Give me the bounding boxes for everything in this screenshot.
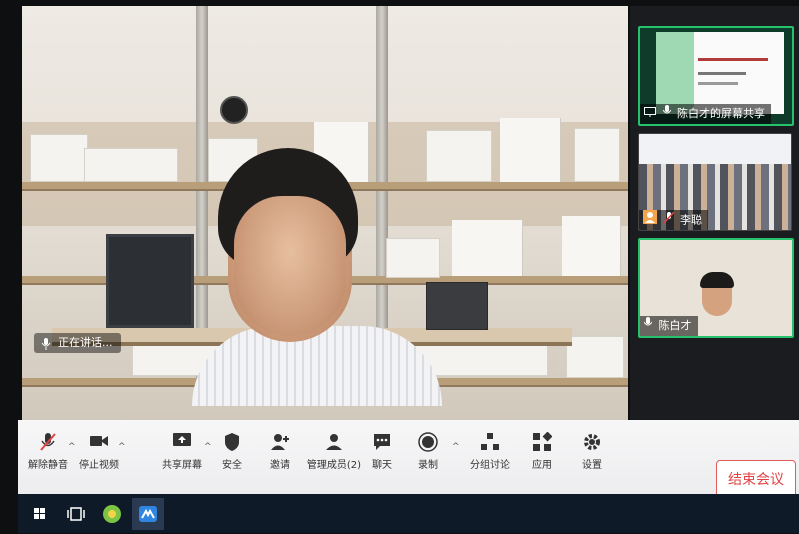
meeting-app-icon bbox=[132, 506, 164, 534]
app-icon-green-circle bbox=[96, 505, 128, 534]
screen-share-icon bbox=[644, 104, 656, 124]
apps-icon bbox=[524, 431, 560, 452]
share-screen-label: 共享屏幕 bbox=[162, 460, 202, 471]
tablet bbox=[426, 282, 488, 330]
os-taskbar bbox=[18, 494, 799, 533]
record-options-caret[interactable]: ^ bbox=[452, 442, 460, 452]
speaker-label: 正在讲话... bbox=[34, 333, 121, 353]
apps-button[interactable]: 应用 bbox=[524, 431, 560, 471]
share-options-caret[interactable]: ^ bbox=[204, 442, 212, 452]
shield-icon bbox=[214, 432, 250, 452]
books bbox=[500, 118, 561, 182]
unmute-label: 解除静音 bbox=[28, 460, 68, 471]
manage-members-label: 管理成员(2) bbox=[306, 460, 362, 471]
slide-accent bbox=[656, 32, 694, 114]
participant-name-label: 李聪 bbox=[639, 210, 708, 230]
microphone-icon bbox=[662, 104, 671, 124]
meeting-toolbar: 解除静音 ^ 停止视频 ^ 共享屏幕 ^ 安全 邀请 管理成员(2) 聊天 录制… bbox=[18, 420, 799, 500]
room-ceiling bbox=[639, 134, 791, 164]
slide-text bbox=[698, 82, 738, 85]
video-camera-icon bbox=[76, 432, 122, 452]
participant-tile[interactable]: 李聪 bbox=[638, 133, 792, 231]
record-icon bbox=[410, 432, 446, 452]
chat-button[interactable]: 聊天 bbox=[364, 432, 400, 471]
participant-name: 陈白才的屏幕共享 bbox=[677, 107, 765, 120]
manage-members-button[interactable]: 管理成员(2) bbox=[304, 432, 364, 471]
taskbar-app-green[interactable] bbox=[96, 498, 128, 530]
settings-button[interactable]: 设置 bbox=[574, 432, 610, 471]
shelf-box bbox=[84, 148, 178, 182]
task-view-button[interactable] bbox=[60, 498, 92, 530]
shelf-box bbox=[574, 128, 620, 182]
video-options-caret[interactable]: ^ bbox=[118, 442, 126, 452]
microphone-icon bbox=[643, 316, 653, 336]
settings-label: 设置 bbox=[582, 460, 602, 471]
participant-hair bbox=[700, 272, 734, 288]
shared-slide bbox=[656, 32, 784, 114]
share-screen-icon bbox=[160, 432, 204, 452]
shelf-box bbox=[386, 238, 440, 278]
windows-start-button[interactable] bbox=[24, 498, 56, 530]
speaker-hint: 正在讲话... bbox=[58, 336, 113, 349]
chat-label: 聊天 bbox=[372, 460, 392, 471]
participant-name: 陈白才 bbox=[658, 319, 692, 332]
unmute-options-caret[interactable]: ^ bbox=[68, 442, 76, 452]
speaker-face bbox=[234, 196, 346, 336]
record-label: 录制 bbox=[418, 460, 438, 471]
gear-icon bbox=[574, 432, 610, 452]
avatar-icon bbox=[643, 210, 657, 230]
apps-label: 应用 bbox=[532, 460, 552, 471]
security-label: 安全 bbox=[222, 460, 242, 471]
participant-name-label: 陈白才 bbox=[640, 316, 698, 336]
microphone-muted-icon bbox=[26, 432, 70, 452]
stop-video-label: 停止视频 bbox=[79, 460, 119, 471]
unmute-button[interactable]: 解除静音 bbox=[26, 432, 70, 471]
members-icon bbox=[304, 432, 364, 452]
windows-logo-icon bbox=[24, 508, 56, 534]
taskbar-app-meeting[interactable] bbox=[132, 498, 164, 530]
main-video: 正在讲话... › bbox=[22, 6, 628, 444]
participant-panel: 陈白才的屏幕共享 李聪 陈白才 bbox=[630, 6, 799, 446]
slide-title bbox=[698, 58, 768, 61]
wall-clock bbox=[220, 96, 248, 124]
participant-tile[interactable]: 陈白才 bbox=[638, 238, 794, 338]
security-button[interactable]: 安全 bbox=[214, 432, 250, 471]
share-screen-button[interactable]: 共享屏幕 bbox=[160, 432, 204, 471]
speaker-shirt bbox=[192, 326, 442, 406]
participant-name-label: 陈白才的屏幕共享 bbox=[640, 104, 771, 124]
background-monitor bbox=[106, 234, 194, 328]
chat-icon bbox=[364, 432, 400, 452]
participant-tile-screen-share[interactable]: 陈白才的屏幕共享 bbox=[638, 26, 794, 126]
breakout-rooms-label: 分组讨论 bbox=[470, 460, 510, 471]
add-user-icon bbox=[262, 432, 298, 452]
breakout-rooms-button[interactable]: 分组讨论 bbox=[464, 432, 516, 471]
microphone-icon bbox=[41, 337, 51, 357]
breakout-rooms-icon bbox=[464, 432, 516, 452]
books bbox=[562, 216, 621, 276]
shelf-box bbox=[30, 134, 88, 182]
slide-text bbox=[698, 72, 746, 75]
record-button[interactable]: 录制 bbox=[410, 432, 446, 471]
invite-label: 邀请 bbox=[270, 460, 290, 471]
participant-name: 李聪 bbox=[680, 213, 702, 227]
task-view-icon bbox=[60, 507, 92, 534]
shelf-box bbox=[426, 130, 492, 182]
invite-button[interactable]: 邀请 bbox=[262, 432, 298, 471]
stop-video-button[interactable]: 停止视频 bbox=[76, 432, 122, 471]
books bbox=[452, 220, 523, 276]
shelf-box bbox=[566, 336, 624, 378]
microphone-muted-icon bbox=[662, 210, 675, 231]
